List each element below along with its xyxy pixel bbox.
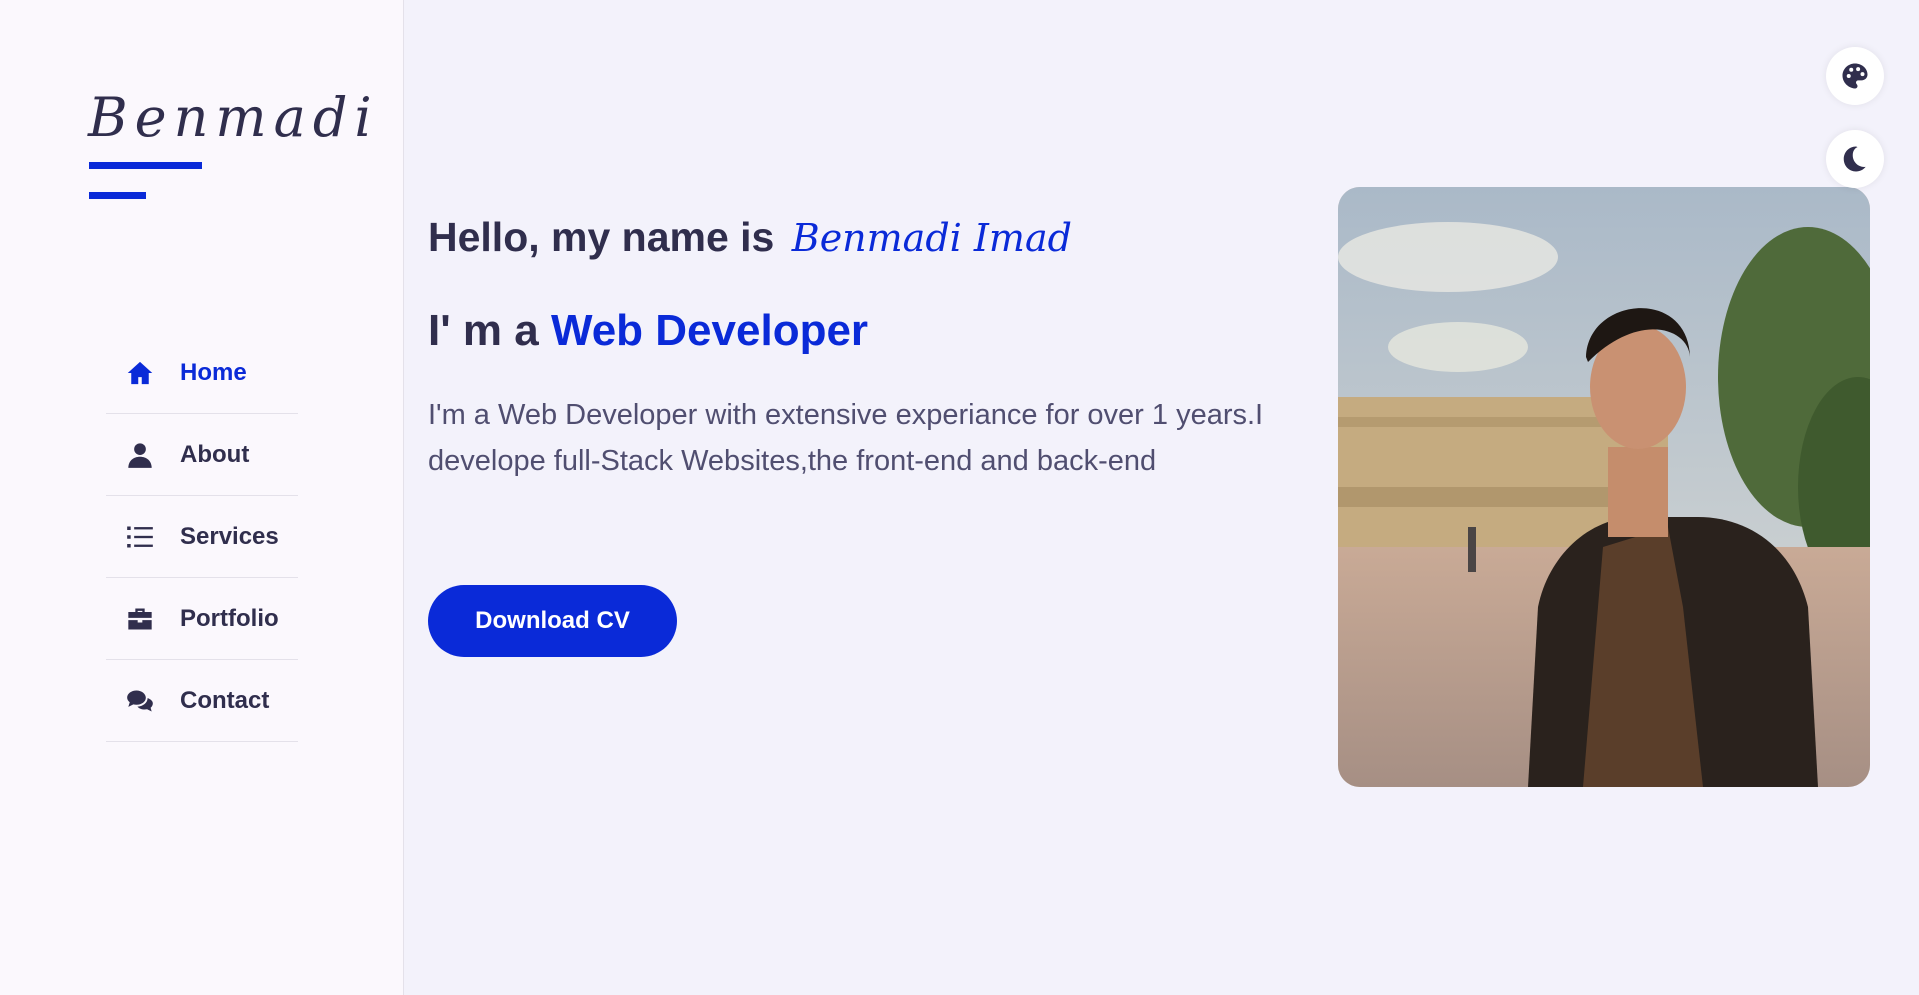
nav-item-label: Services bbox=[180, 522, 279, 550]
role-prefix: I' m a bbox=[428, 306, 539, 355]
list-icon bbox=[127, 526, 153, 547]
nav-item-label: Contact bbox=[180, 686, 270, 714]
nav-item-label: About bbox=[180, 440, 250, 468]
nav-item-portfolio[interactable]: Portfolio bbox=[106, 578, 298, 660]
moon-icon bbox=[1843, 146, 1866, 172]
main-nav: Home About Services Portfolio Contact bbox=[106, 332, 298, 742]
nav-item-home[interactable]: Home bbox=[106, 332, 298, 414]
nav-item-about[interactable]: About bbox=[106, 414, 298, 496]
download-cv-button[interactable]: Download CV bbox=[428, 585, 677, 657]
logo[interactable]: Benmadi bbox=[88, 86, 379, 149]
logo-underline-long bbox=[89, 162, 202, 169]
briefcase-icon bbox=[128, 608, 152, 629]
nav-item-services[interactable]: Services bbox=[106, 496, 298, 578]
role-title: Web Developer bbox=[550, 306, 869, 355]
nav-item-contact[interactable]: Contact bbox=[106, 660, 298, 742]
nav-item-label: Home bbox=[180, 358, 247, 386]
comments-icon bbox=[127, 690, 153, 711]
profile-photo bbox=[1338, 187, 1870, 787]
hero-role: I' m a Web Developer bbox=[428, 306, 868, 356]
sidebar: Benmadi Home About Services Portfolio Co… bbox=[0, 0, 404, 995]
user-icon bbox=[128, 442, 152, 468]
logo-underline-short bbox=[89, 192, 146, 199]
hero-greeting: Hello, my name is Benmadi Imad bbox=[428, 214, 1072, 261]
hero-name: Benmadi Imad bbox=[791, 216, 1072, 260]
palette-icon bbox=[1842, 63, 1868, 89]
hero-description: I'm a Web Developer with extensive exper… bbox=[428, 399, 1264, 477]
theme-toggle-button[interactable] bbox=[1826, 130, 1884, 188]
nav-item-label: Portfolio bbox=[180, 604, 279, 632]
greeting-text: Hello, my name is bbox=[428, 214, 775, 260]
style-switcher-button[interactable] bbox=[1826, 47, 1884, 105]
home-icon bbox=[127, 361, 153, 384]
